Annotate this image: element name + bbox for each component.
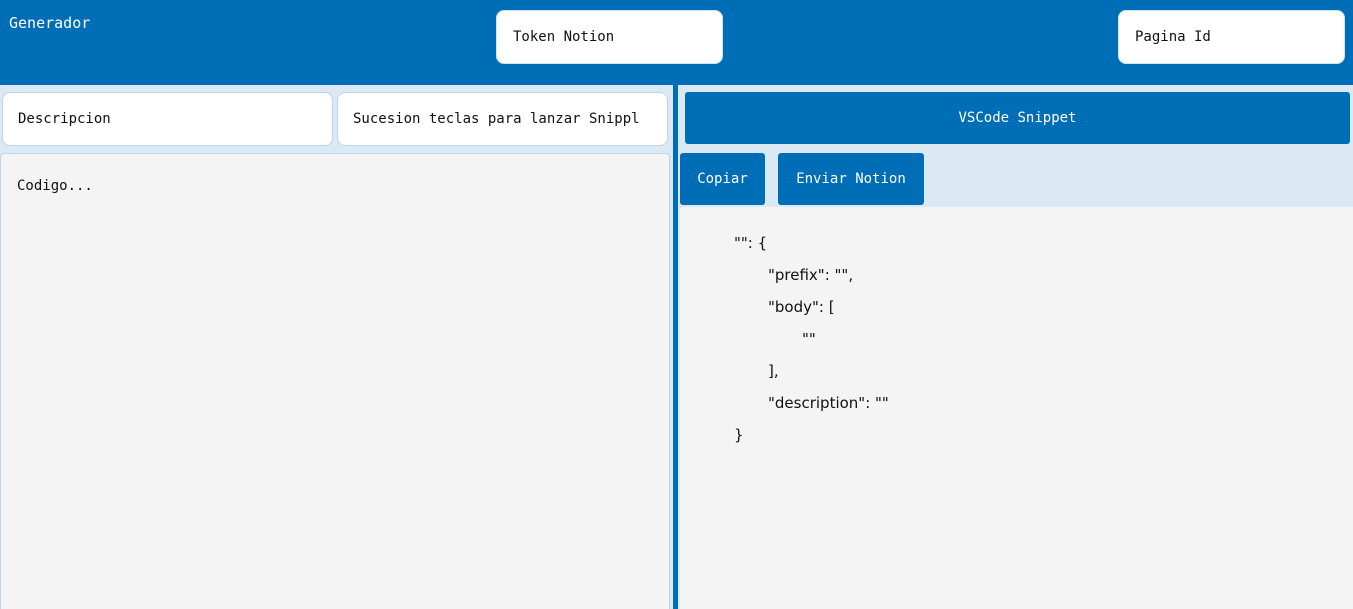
send-notion-button[interactable]: Enviar Notion	[778, 153, 924, 205]
output-line: }	[734, 426, 744, 444]
page-id-input[interactable]: Pagina Id	[1118, 10, 1345, 64]
token-notion-input[interactable]: Token Notion	[496, 10, 723, 64]
output-line: "prefix": "",	[768, 266, 854, 284]
description-input[interactable]: Descripcion	[2, 92, 333, 146]
output-line: "description": ""	[768, 394, 889, 412]
editor-panel: Descripcion Sucesion teclas para lanzar …	[0, 85, 673, 609]
output-line: ""	[802, 330, 816, 348]
app-header: Generador Token Notion Pagina Id	[0, 0, 1353, 85]
output-line: "body": [	[768, 298, 835, 316]
app-title: Generador	[9, 14, 91, 32]
copy-button[interactable]: Copiar	[680, 153, 765, 205]
snippet-title: VSCode Snippet	[685, 92, 1350, 144]
prefix-keys-input[interactable]: Sucesion teclas para lanzar Snippl	[337, 92, 668, 146]
output-line: ],	[768, 362, 779, 380]
snippet-panel: VSCode Snippet Copiar Enviar Notion "": …	[678, 85, 1353, 609]
output-line: "": {	[734, 234, 768, 252]
snippet-output: "": { "prefix": "", "body": [ "" ], "des…	[680, 207, 1353, 609]
code-textarea[interactable]: Codigo...	[0, 153, 670, 609]
